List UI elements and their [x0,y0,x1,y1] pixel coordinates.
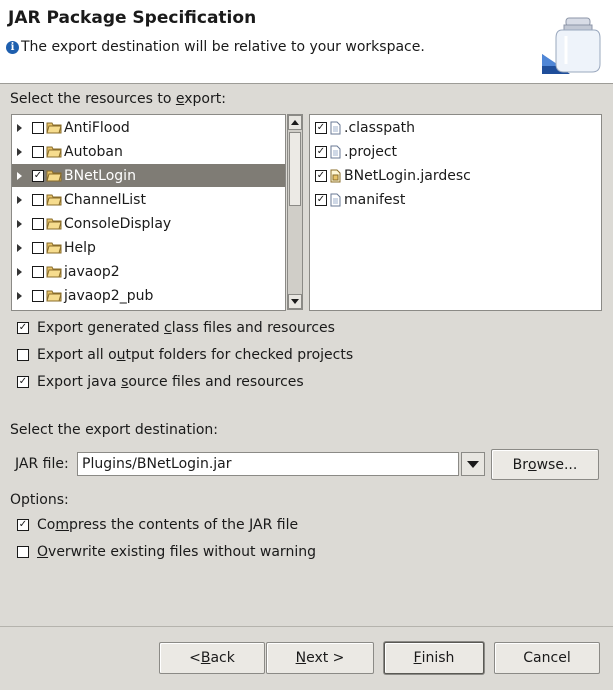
tree-item-label: ConsoleDisplay [64,215,172,232]
option-label: Overwrite existing files without warning [37,544,316,560]
tree-checkbox[interactable] [32,289,44,302]
project-tree[interactable]: AntiFlood Autoban ✓ BNetLogin ChannelLis… [11,114,286,311]
expand-arrow-icon[interactable] [17,291,22,300]
file-icon [330,145,341,158]
folder-icon [46,170,62,182]
checkbox[interactable]: ✓ [17,519,29,531]
tree-item-javaop2-pub[interactable]: javaop2_pub [12,284,285,307]
jar-icon [542,17,601,74]
file-checkbox[interactable]: ✓ [315,145,327,158]
tree-item-label: javaop2 [64,263,120,280]
jardesc-icon [330,169,341,182]
cancel-button[interactable]: Cancel [494,642,600,674]
info-icon: i [6,40,19,54]
option-label: Compress the contents of the JAR file [37,517,299,533]
tree-checkbox[interactable] [32,241,44,254]
tree-item-label: Help [64,239,96,256]
jar-file-label: JAR file: [15,456,69,472]
file-item-label: manifest [344,191,406,208]
folder-icon [46,218,62,230]
expand-arrow-icon[interactable] [17,219,22,228]
tree-item-autoban[interactable]: Autoban [12,140,285,163]
tree-item-antiflood[interactable]: AntiFlood [12,116,285,139]
separator [0,626,613,627]
tree-item-consoledisplay[interactable]: ConsoleDisplay [12,212,285,235]
checkbox[interactable] [17,546,29,558]
file-icon [330,193,341,206]
scroll-down-button[interactable] [288,294,302,309]
expand-arrow-icon[interactable] [17,267,22,276]
arrow-up-icon [291,120,299,125]
folder-icon [46,146,62,158]
browse-button[interactable]: Br o wse... [491,449,599,480]
tree-item-label: BNetLogin [64,167,136,184]
option-label: Export java source files and resources [37,374,304,390]
info-message-text: The export destination will be relative … [21,39,425,55]
options-label: Options: [10,492,69,508]
folder-icon [46,290,62,302]
tree-item-channellist[interactable]: ChannelList [12,188,285,211]
option-label: Export all output folders for checked pr… [37,347,354,363]
destination-label: Select the export destination: [10,422,219,438]
option-compress[interactable]: ✓ Compress the contents of the JAR file [17,517,298,533]
file-icon [330,121,341,134]
tree-item-bnetlogin[interactable]: ✓ BNetLogin [12,164,285,187]
file-item-manifest[interactable]: ✓ manifest [315,188,405,211]
expand-arrow-icon[interactable] [17,243,22,252]
tree-scrollbar[interactable] [287,114,303,310]
resources-label: Select the resources to export: [10,91,226,107]
file-item-project[interactable]: ✓ .project [315,140,397,163]
expand-arrow-icon[interactable] [17,147,22,156]
arrow-down-icon [291,299,299,304]
folder-icon [46,242,62,254]
jar-file-input[interactable] [77,452,459,476]
option-overwrite[interactable]: Overwrite existing files without warning [17,544,316,560]
file-item-classpath[interactable]: ✓ .classpath [315,116,415,139]
file-item-label: .project [344,143,398,160]
tree-item-label: javaop2_pub [64,287,154,304]
back-button[interactable]: < Back [159,642,265,674]
option-label: Export generated class files and resourc… [37,320,335,336]
chevron-down-icon [467,460,479,468]
expand-arrow-icon[interactable] [17,123,22,132]
tree-checkbox[interactable] [32,193,44,206]
file-item-jardesc[interactable]: ✓ BNetLogin.jardesc [315,164,471,187]
tree-checkbox[interactable] [32,265,44,278]
checkbox[interactable]: ✓ [17,376,29,388]
scroll-up-button[interactable] [288,115,302,130]
folder-icon [46,194,62,206]
dialog-header: JAR Package Specification i The export d… [0,0,613,84]
expand-arrow-icon[interactable] [17,171,22,180]
tree-checkbox[interactable] [32,145,44,158]
tree-checkbox[interactable]: ✓ [32,169,44,182]
file-checkbox[interactable]: ✓ [315,121,327,134]
page-title: JAR Package Specification [8,8,257,28]
option-export-output-folders[interactable]: Export all output folders for checked pr… [17,347,353,363]
tree-item-help[interactable]: Help [12,236,285,259]
tree-item-label: ChannelList [64,191,146,208]
next-button[interactable]: Next > [266,642,374,674]
file-checkbox[interactable]: ✓ [315,169,327,182]
folder-icon [46,122,62,134]
checkbox[interactable] [17,349,29,361]
finish-button[interactable]: Finish [384,642,484,674]
expand-arrow-icon[interactable] [17,195,22,204]
jar-file-dropdown-button[interactable] [461,452,485,476]
file-item-label: BNetLogin.jardesc [344,167,471,184]
option-export-class-files[interactable]: ✓ Export generated class files and resou… [17,320,335,336]
checkbox[interactable]: ✓ [17,322,29,334]
file-list[interactable]: ✓ .classpath ✓ .project ✓ BNetLogin.jard… [309,114,602,311]
file-item-label: .classpath [344,119,416,136]
info-message: i The export destination will be relativ… [6,39,425,55]
tree-checkbox[interactable] [32,217,44,230]
tree-checkbox[interactable] [32,121,44,134]
option-export-java-source[interactable]: ✓ Export java source files and resources [17,374,304,390]
tree-item-javaop2[interactable]: javaop2 [12,260,285,283]
tree-item-label: Autoban [64,143,123,160]
tree-item-label: AntiFlood [64,119,130,136]
file-checkbox[interactable]: ✓ [315,193,327,206]
scroll-thumb[interactable] [289,132,301,206]
folder-icon [46,266,62,278]
